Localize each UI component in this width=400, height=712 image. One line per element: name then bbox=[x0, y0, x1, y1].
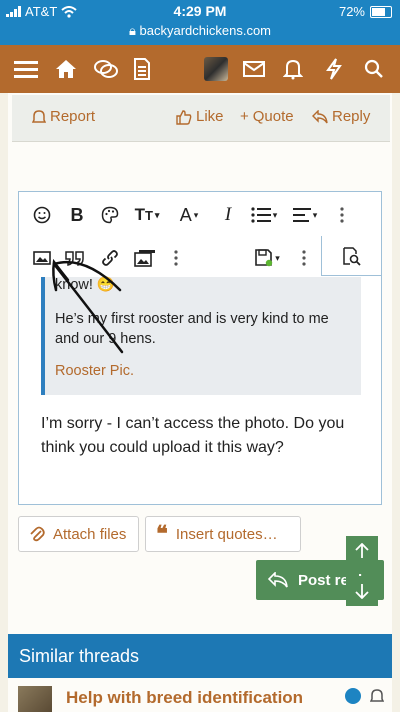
home-icon[interactable] bbox=[48, 45, 84, 93]
url-text: backyardchickens.com bbox=[139, 23, 272, 38]
reply-arrow-icon bbox=[268, 572, 288, 588]
similar-threads-header: Similar threads bbox=[8, 634, 392, 678]
report-label: Report bbox=[50, 108, 96, 125]
like-badge-icon bbox=[345, 688, 361, 704]
more-vertical-icon[interactable] bbox=[297, 247, 311, 269]
url-bar[interactable]: 🔒︎ backyardchickens.com bbox=[0, 23, 400, 39]
scroll-up-button[interactable] bbox=[346, 536, 378, 566]
battery-group: 72% bbox=[339, 4, 392, 19]
bell-icon bbox=[32, 109, 46, 123]
bell-icon[interactable] bbox=[370, 688, 384, 704]
palette-icon[interactable] bbox=[99, 204, 121, 226]
attach-files-button[interactable]: Attach files bbox=[18, 516, 139, 552]
align-icon[interactable]: ▾ bbox=[289, 204, 321, 226]
battery-icon bbox=[370, 5, 392, 18]
thumbs-up-icon bbox=[176, 109, 192, 125]
thread-thumbnail bbox=[18, 686, 52, 712]
arrow-up-icon bbox=[355, 543, 369, 558]
chat-icon[interactable] bbox=[88, 45, 124, 93]
list-icon[interactable]: ▾ bbox=[247, 204, 281, 226]
drawn-arrow-annotation bbox=[52, 258, 124, 354]
arrow-down-icon bbox=[355, 584, 369, 599]
more-vertical-icon[interactable] bbox=[335, 204, 349, 226]
site-nav bbox=[0, 45, 400, 93]
post-actions-bar: Report Like + Quote Reply bbox=[12, 95, 390, 142]
lock-icon: 🔒︎ bbox=[128, 23, 136, 38]
bold-icon[interactable]: B bbox=[67, 204, 87, 226]
media-icon[interactable] bbox=[133, 247, 157, 269]
reply-button[interactable]: Reply bbox=[312, 108, 370, 125]
reply-arrow-icon bbox=[312, 109, 328, 123]
text-size-icon[interactable]: T T ▾ bbox=[129, 204, 165, 226]
insert-quotes-label: Insert quotes… bbox=[175, 525, 278, 543]
reply-body-text[interactable]: I’m sorry - I can’t access the photo. Do… bbox=[41, 412, 361, 460]
preview-icon[interactable] bbox=[321, 236, 381, 276]
plus-icon: + bbox=[240, 108, 249, 125]
like-label: Like bbox=[196, 108, 224, 125]
quote-marks-icon: ❝ bbox=[156, 521, 168, 546]
quote-button[interactable]: + Quote bbox=[240, 108, 294, 125]
quote-source-link[interactable]: Rooster Pic. bbox=[55, 361, 134, 381]
status-bar: AT&T 4:29 PM 🔒︎ backyardchickens.com 72% bbox=[0, 0, 400, 45]
search-icon[interactable] bbox=[356, 45, 392, 93]
quote-label: Quote bbox=[252, 108, 294, 125]
menu-icon[interactable] bbox=[8, 45, 44, 93]
attach-label: Attach files bbox=[53, 525, 127, 543]
bolt-icon[interactable] bbox=[316, 45, 352, 93]
report-button[interactable]: Report bbox=[32, 108, 95, 125]
reply-label: Reply bbox=[332, 108, 371, 125]
emoji-icon[interactable] bbox=[31, 204, 53, 226]
mail-icon[interactable] bbox=[236, 45, 272, 93]
battery-percent: 72% bbox=[338, 4, 365, 19]
similar-thread-item[interactable]: Help with breed identification bbox=[8, 678, 392, 712]
document-icon[interactable] bbox=[124, 45, 160, 93]
save-draft-icon[interactable]: ▾ bbox=[251, 247, 283, 269]
font-icon[interactable]: A ▾ bbox=[173, 204, 205, 226]
paperclip-icon bbox=[30, 526, 45, 542]
italic-icon[interactable]: I bbox=[219, 204, 237, 226]
insert-quotes-button[interactable]: ❝ Insert quotes… bbox=[145, 516, 301, 552]
bell-icon[interactable] bbox=[275, 45, 311, 93]
like-button[interactable]: Like bbox=[176, 108, 224, 125]
thread-title[interactable]: Help with breed identification bbox=[66, 688, 303, 708]
scroll-down-button[interactable] bbox=[346, 576, 378, 606]
avatar[interactable] bbox=[198, 45, 234, 93]
more-vertical-icon[interactable] bbox=[169, 247, 183, 269]
